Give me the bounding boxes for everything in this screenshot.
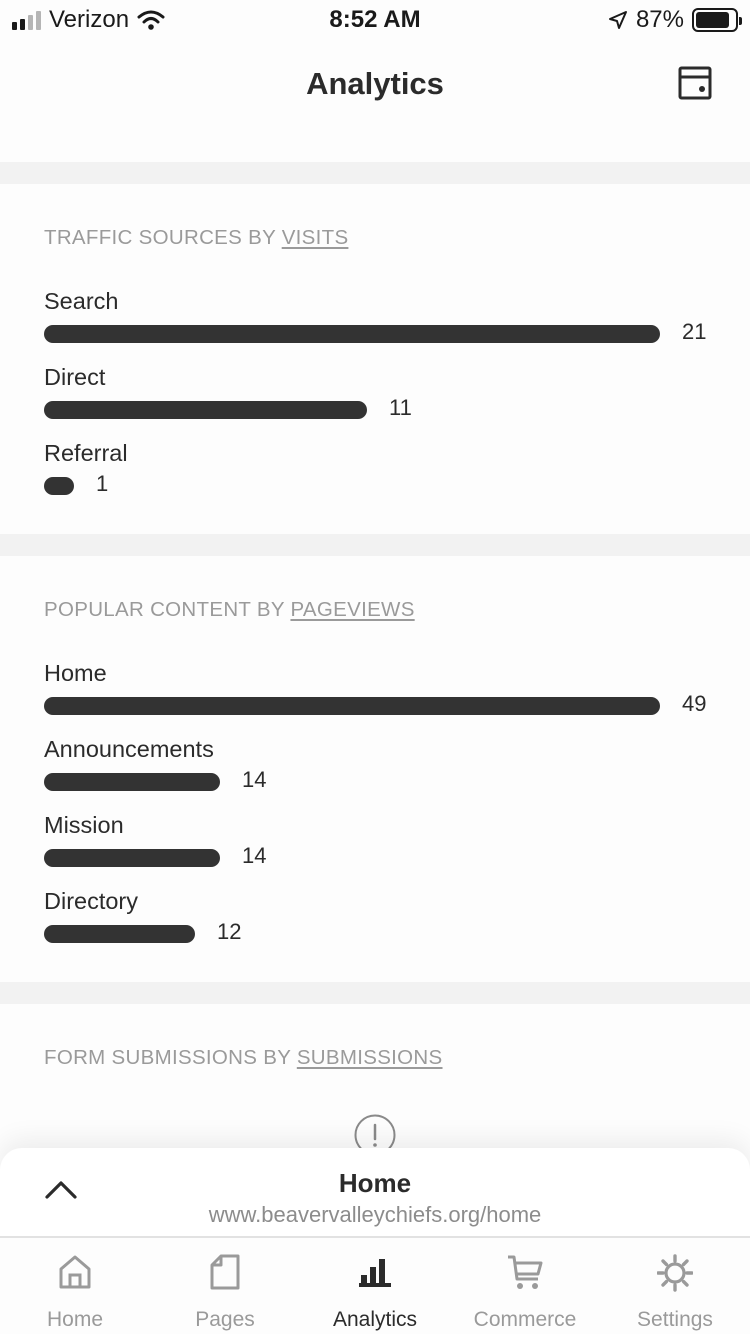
tab-settings[interactable]: Settings	[600, 1238, 750, 1334]
current-page-url[interactable]: www.beavervalleychiefs.org/home	[0, 1202, 750, 1228]
tab-commerce[interactable]: Commerce	[450, 1238, 600, 1334]
row-bar	[44, 325, 660, 343]
battery-nub	[739, 17, 742, 25]
battery-fill	[696, 12, 729, 28]
row-label: Search	[44, 288, 119, 314]
tab-analytics[interactable]: Analytics	[300, 1238, 450, 1334]
tab-home[interactable]: Home	[0, 1238, 150, 1334]
row-bar	[44, 849, 220, 867]
tab-label: Commerce	[473, 1308, 577, 1331]
analytics-screen: Verizon 8:52 AM 87% Analytics TRAFFIC SO…	[0, 0, 750, 1334]
location-arrow-icon	[608, 11, 627, 29]
popular-content-section: POPULAR CONTENT BY PAGEVIEWS Home 49 Ann…	[0, 556, 750, 982]
cart-icon	[508, 1255, 543, 1289]
bottom-tab-bar: Home Pages Analytics Commerce Settings	[0, 1236, 750, 1334]
content-row-announcements[interactable]: Announcements 14	[44, 736, 714, 812]
section-separator	[0, 982, 750, 1004]
current-page-title: Home	[338, 1168, 412, 1198]
tab-label: Analytics	[332, 1308, 418, 1331]
current-page-panel[interactable]: Home www.beavervalleychiefs.org/home	[0, 1148, 750, 1236]
tab-label: Home	[46, 1308, 104, 1331]
row-bar	[44, 925, 195, 943]
home-icon	[59, 1255, 91, 1289]
row-value: 21	[682, 319, 707, 344]
row-label: Announcements	[44, 736, 214, 762]
row-value: 49	[682, 691, 707, 716]
site-preview-icon[interactable]	[678, 66, 712, 100]
row-label: Direct	[44, 364, 106, 390]
analytics-icon	[359, 1259, 391, 1287]
traffic-row-direct[interactable]: Direct 11	[44, 364, 714, 440]
tab-pages[interactable]: Pages	[150, 1238, 300, 1334]
battery-percentage: 87%	[635, 6, 684, 33]
title-bar: Analytics	[0, 42, 750, 132]
row-label: Home	[44, 660, 107, 686]
metric-selector-visits[interactable]: VISITS	[282, 226, 349, 249]
metric-selector-pageviews[interactable]: PAGEVIEWS	[290, 598, 414, 621]
content-row-directory[interactable]: Directory 12	[44, 888, 714, 964]
row-value: 14	[242, 767, 267, 792]
section-heading: TRAFFIC SOURCES BY VISITS	[44, 226, 348, 250]
section-heading: FORM SUBMISSIONS BY SUBMISSIONS	[44, 1046, 443, 1070]
tab-label: Settings	[637, 1308, 713, 1331]
row-value: 1	[96, 471, 109, 496]
heading-prefix: POPULAR CONTENT BY	[44, 598, 291, 621]
section-separator	[0, 162, 750, 184]
heading-prefix: TRAFFIC SOURCES BY	[44, 226, 282, 249]
pages-icon	[210, 1254, 240, 1290]
page-title: Analytics	[306, 66, 444, 101]
row-bar	[44, 773, 220, 791]
section-heading: POPULAR CONTENT BY PAGEVIEWS	[44, 598, 415, 622]
row-bar	[44, 697, 660, 715]
row-bar	[44, 477, 74, 495]
traffic-row-search[interactable]: Search 21	[44, 288, 714, 364]
traffic-sources-section: TRAFFIC SOURCES BY VISITS Search 21 Dire…	[0, 184, 750, 534]
metric-selector-submissions[interactable]: SUBMISSIONS	[297, 1046, 443, 1069]
heading-prefix: FORM SUBMISSIONS BY	[44, 1046, 297, 1069]
row-label: Referral	[44, 440, 128, 466]
content-row-mission[interactable]: Mission 14	[44, 812, 714, 888]
battery-icon	[692, 8, 742, 32]
row-value: 11	[389, 395, 412, 420]
content-row-home[interactable]: Home 49	[44, 660, 714, 736]
row-label: Directory	[44, 888, 139, 914]
row-value: 12	[217, 919, 242, 944]
row-label: Mission	[44, 812, 124, 838]
tab-label: Pages	[195, 1308, 255, 1331]
status-bar: Verizon 8:52 AM 87%	[0, 0, 750, 42]
traffic-row-referral[interactable]: Referral 1	[44, 440, 714, 516]
gear-icon	[657, 1254, 693, 1292]
section-separator	[0, 534, 750, 556]
status-bar-right: 87%	[608, 6, 742, 34]
row-value: 14	[242, 843, 267, 868]
row-bar	[44, 401, 367, 419]
